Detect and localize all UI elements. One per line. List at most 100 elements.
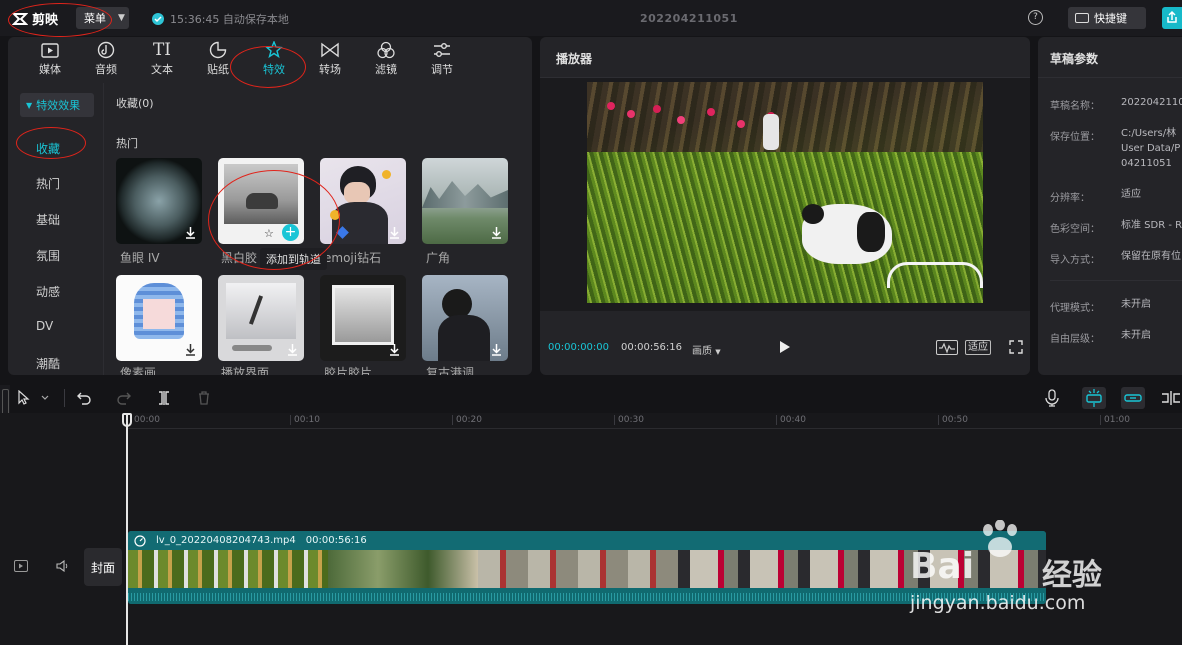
autosave-status: 15:36:45 自动保存本地 (152, 11, 289, 27)
panda-patch (857, 212, 885, 252)
param-key: 色彩空间： (1050, 224, 1100, 235)
shortcut-button[interactable]: 快捷键 (1068, 7, 1146, 29)
draft-params-panel: 草稿参数 草稿名称： 2022042110 保存位置： C:/Users/林 U… (1038, 37, 1182, 375)
tick-line (938, 415, 939, 425)
undo-button[interactable] (76, 390, 92, 409)
tab-audio[interactable]: 音频 (78, 37, 134, 81)
waveform-icon (936, 340, 958, 355)
track-mute-toggle[interactable] (56, 559, 70, 575)
link-button[interactable] (1121, 387, 1145, 409)
delete-button[interactable] (196, 390, 212, 409)
param-key: 代理模式： (1050, 303, 1100, 314)
effect-card-wide-angle[interactable] (422, 158, 508, 244)
effect-card-pixel[interactable] (116, 275, 202, 361)
download-icon[interactable] (490, 226, 503, 239)
tab-filter[interactable]: 滤镜 (358, 37, 414, 81)
tick-line (1100, 415, 1101, 425)
download-icon[interactable] (286, 343, 299, 356)
download-icon[interactable] (490, 343, 503, 356)
video-preview[interactable] (587, 82, 983, 303)
download-icon[interactable] (388, 226, 401, 239)
sidebar-item-basic[interactable]: 基础 (36, 211, 96, 231)
annotation-circle-favorites (16, 127, 86, 159)
tick-label: 00:10 (294, 415, 320, 425)
clip-filename: lv_0_20220408204743.mp4 (156, 535, 296, 546)
shortcut-label: 快捷键 (1094, 12, 1127, 25)
tab-media[interactable]: 媒体 (22, 37, 78, 81)
clip-header: lv_0_20220408204743.mp4 00:00:56:16 (128, 531, 1046, 550)
speaker-icon (56, 559, 68, 573)
player-panel: 播放器 00:00:00:00 00:00:56:16 画质 ▼ 适应 (540, 37, 1030, 375)
chevron-down-icon: ▼ (118, 13, 125, 23)
play-icon (780, 341, 790, 353)
effect-card-retro-hk[interactable] (422, 275, 508, 361)
playhead[interactable] (126, 413, 128, 645)
magnet-snap-button[interactable] (1082, 387, 1106, 409)
quality-dropdown[interactable]: 画质 ▼ (692, 342, 721, 357)
watermark-cn: 经验 (1042, 558, 1102, 593)
video-clip[interactable]: lv_0_20220408204743.mp4 00:00:56:16 (128, 531, 1046, 604)
panda-ear (802, 204, 824, 224)
sidebar-item-atmosphere[interactable]: 氛围 (36, 247, 96, 267)
waveform-button[interactable] (936, 340, 958, 358)
tab-label: 贴纸 (207, 63, 229, 76)
param-key: 自由层级： (1050, 334, 1100, 345)
tab-label: 调节 (431, 63, 453, 76)
record-button[interactable] (1044, 389, 1060, 410)
help-icon[interactable]: ? (1028, 10, 1043, 25)
time-ruler[interactable]: 00:00 00:10 00:20 00:30 00:40 00:50 01:0… (128, 413, 1182, 429)
tick-line (452, 415, 453, 425)
effect-card-label: emoji钻石 (324, 251, 382, 265)
tab-text[interactable]: TI 文本 (134, 37, 190, 81)
cover-button[interactable]: 封面 (84, 548, 122, 586)
timeline-toolbar (0, 383, 1182, 445)
tab-transition[interactable]: 转场 (302, 37, 358, 81)
param-value: 适应 (1121, 189, 1141, 200)
watermark-brand: Bai (910, 546, 975, 587)
download-icon[interactable] (184, 226, 197, 239)
download-icon[interactable] (388, 343, 401, 356)
effect-card-label: 播放界面 (221, 366, 270, 375)
face-shape (143, 299, 175, 329)
sidebar-item-hot[interactable]: 热门 (36, 175, 96, 195)
split-button[interactable] (156, 390, 172, 409)
export-button[interactable] (1162, 7, 1182, 29)
params-title: 草稿参数 (1050, 52, 1099, 66)
effect-card-player-ui[interactable] (218, 275, 304, 361)
trees-shape (422, 181, 508, 208)
undo-icon (77, 392, 91, 405)
effect-card-film[interactable] (320, 275, 406, 361)
waveform-bars (128, 593, 1046, 601)
current-time: 00:00:00:00 (548, 342, 610, 353)
effect-card-fisheye[interactable] (116, 158, 202, 244)
sidebar-item-dv[interactable]: DV (36, 319, 96, 339)
redo-button[interactable] (116, 390, 132, 409)
watermark-url: jingyan.baidu.com (910, 592, 1086, 614)
keyboard-icon (1075, 13, 1089, 23)
param-key: 分辨率： (1050, 193, 1090, 204)
select-tool-button[interactable] (16, 389, 50, 409)
tab-adjust[interactable]: 调节 (414, 37, 470, 81)
effects-category-header[interactable]: ▼ 特效效果 (20, 93, 94, 117)
thumbnail-strip (328, 550, 478, 588)
sidebar-item-cool[interactable]: 潮酷 (36, 355, 96, 375)
thumbnail-image (226, 283, 296, 339)
fullscreen-button[interactable] (1009, 340, 1023, 357)
adjust-icon (432, 41, 452, 59)
person-shape (438, 315, 490, 361)
track-video-toggle[interactable] (14, 560, 28, 575)
preview-axis-button[interactable] (1160, 390, 1182, 409)
upload-icon (1167, 10, 1177, 23)
download-icon[interactable] (184, 343, 197, 356)
param-value: 标准 SDR - R (1121, 220, 1182, 231)
play-button[interactable] (778, 340, 792, 357)
tab-label: 滤镜 (375, 63, 397, 76)
param-value: C:/Users/林 User Data/P 04211051 (1121, 128, 1181, 169)
effect-card-label: 鱼眼 IV (120, 251, 160, 265)
tab-label: 转场 (319, 63, 341, 76)
caret-down-icon: ▼ (715, 348, 721, 356)
media-icon (40, 41, 60, 59)
face-shape (344, 182, 370, 204)
fit-button[interactable]: 适应 (965, 340, 991, 355)
sidebar-item-dynamic[interactable]: 动感 (36, 283, 96, 303)
